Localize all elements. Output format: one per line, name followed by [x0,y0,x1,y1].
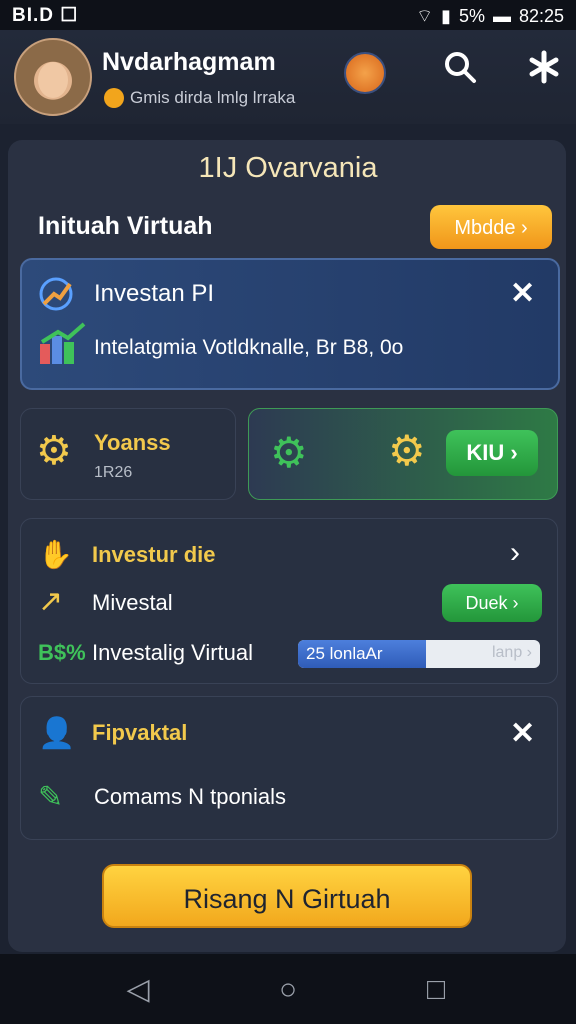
investment-progress[interactable]: 25 lonlaAr lanp › [298,640,540,668]
battery-icon: ▬ [492,6,511,26]
signal-text: 5% [458,6,485,26]
row2-prefix: B$% [38,640,86,665]
back-icon[interactable]: ◁ [118,970,158,1010]
gear-icon: ⚙ [36,429,72,473]
status-left-text: BI.D ☐ [12,5,79,26]
growth-chart-icon [38,322,86,366]
fip-row-label: Comams N tponials [94,784,286,809]
progress-text: 25 lonlaAr [306,644,383,663]
progress-right-text: lanp › [491,644,532,661]
row1-label: Mivestal [92,590,173,615]
row2-label: Investalig Virtual [92,640,254,665]
home-icon[interactable]: ○ [268,970,308,1010]
panel-title: 1IJ Ovarvania [198,152,378,184]
gold-gear-icon: ⚙ [388,427,426,474]
invest-card[interactable] [20,258,560,390]
fip-close-icon[interactable]: ✕ [510,716,535,751]
user-subline: Gmis dirda lmlg lrraka [104,88,295,108]
fip-header: Fipvaktal [92,720,188,745]
fip-card [20,696,558,840]
hand-icon: ✋ [38,539,73,570]
settings-icon[interactable] [526,50,562,86]
section-button[interactable]: Mbdde › [430,205,552,249]
kiu-button[interactable]: KIU › [446,430,538,476]
avatar[interactable] [14,38,92,116]
badge-icon[interactable] [344,52,386,94]
invest-chart-icon [38,276,74,312]
invest-card-subtitle: Intelatgmia Votldknalle, Br B8, 0o [94,336,404,359]
recents-icon[interactable]: □ [416,970,456,1010]
yoanss-title: Yoanss [94,430,171,455]
status-right: ⌔ ▮ 5% ▬ 82:25 [416,5,564,28]
signal-icon: ▮ [441,6,451,26]
username: Nvdarhagmam [102,48,276,76]
wifi-icon: ⌔ [416,6,434,26]
invest-card-title: Investan PI [94,280,215,307]
clock: 82:25 [518,6,564,26]
money-icon: ✎ [38,781,64,814]
coin-icon [104,88,124,108]
user-subline-text: Gmis dirda lmlg lrraka [130,88,296,107]
search-icon[interactable] [442,50,478,86]
section-label: Inituah Virtuah [38,212,213,240]
arrow-up-icon: ↗ [38,585,64,618]
yoanss-subtitle: 1R26 [94,464,133,481]
invest-close-icon[interactable]: ✕ [510,276,535,311]
green-gear-icon: ⚙ [270,429,308,476]
main-action-button[interactable]: Risang N Girtuah [102,864,472,928]
list-header: Investur die [92,542,216,567]
avatar-face [38,62,68,98]
row1-button[interactable]: Duek › [442,584,542,622]
list-chevron-icon[interactable]: › [510,536,520,570]
person-icon: 👤 [38,717,76,750]
